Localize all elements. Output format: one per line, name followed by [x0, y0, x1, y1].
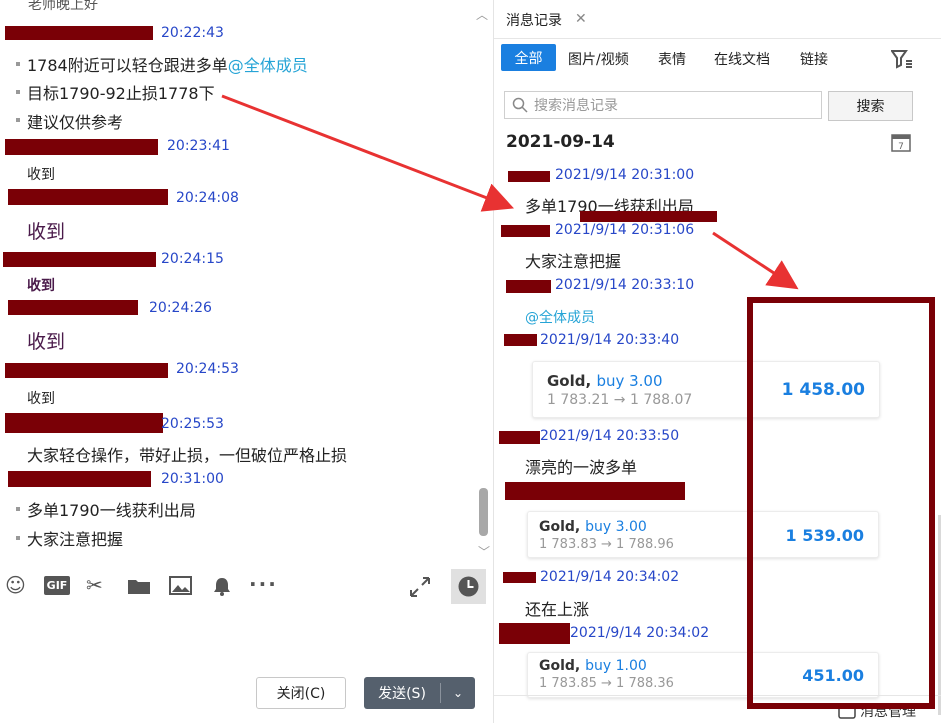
annotation-box [747, 297, 935, 709]
annotation-arrow [221, 94, 514, 212]
annotation-arrow [712, 231, 799, 290]
